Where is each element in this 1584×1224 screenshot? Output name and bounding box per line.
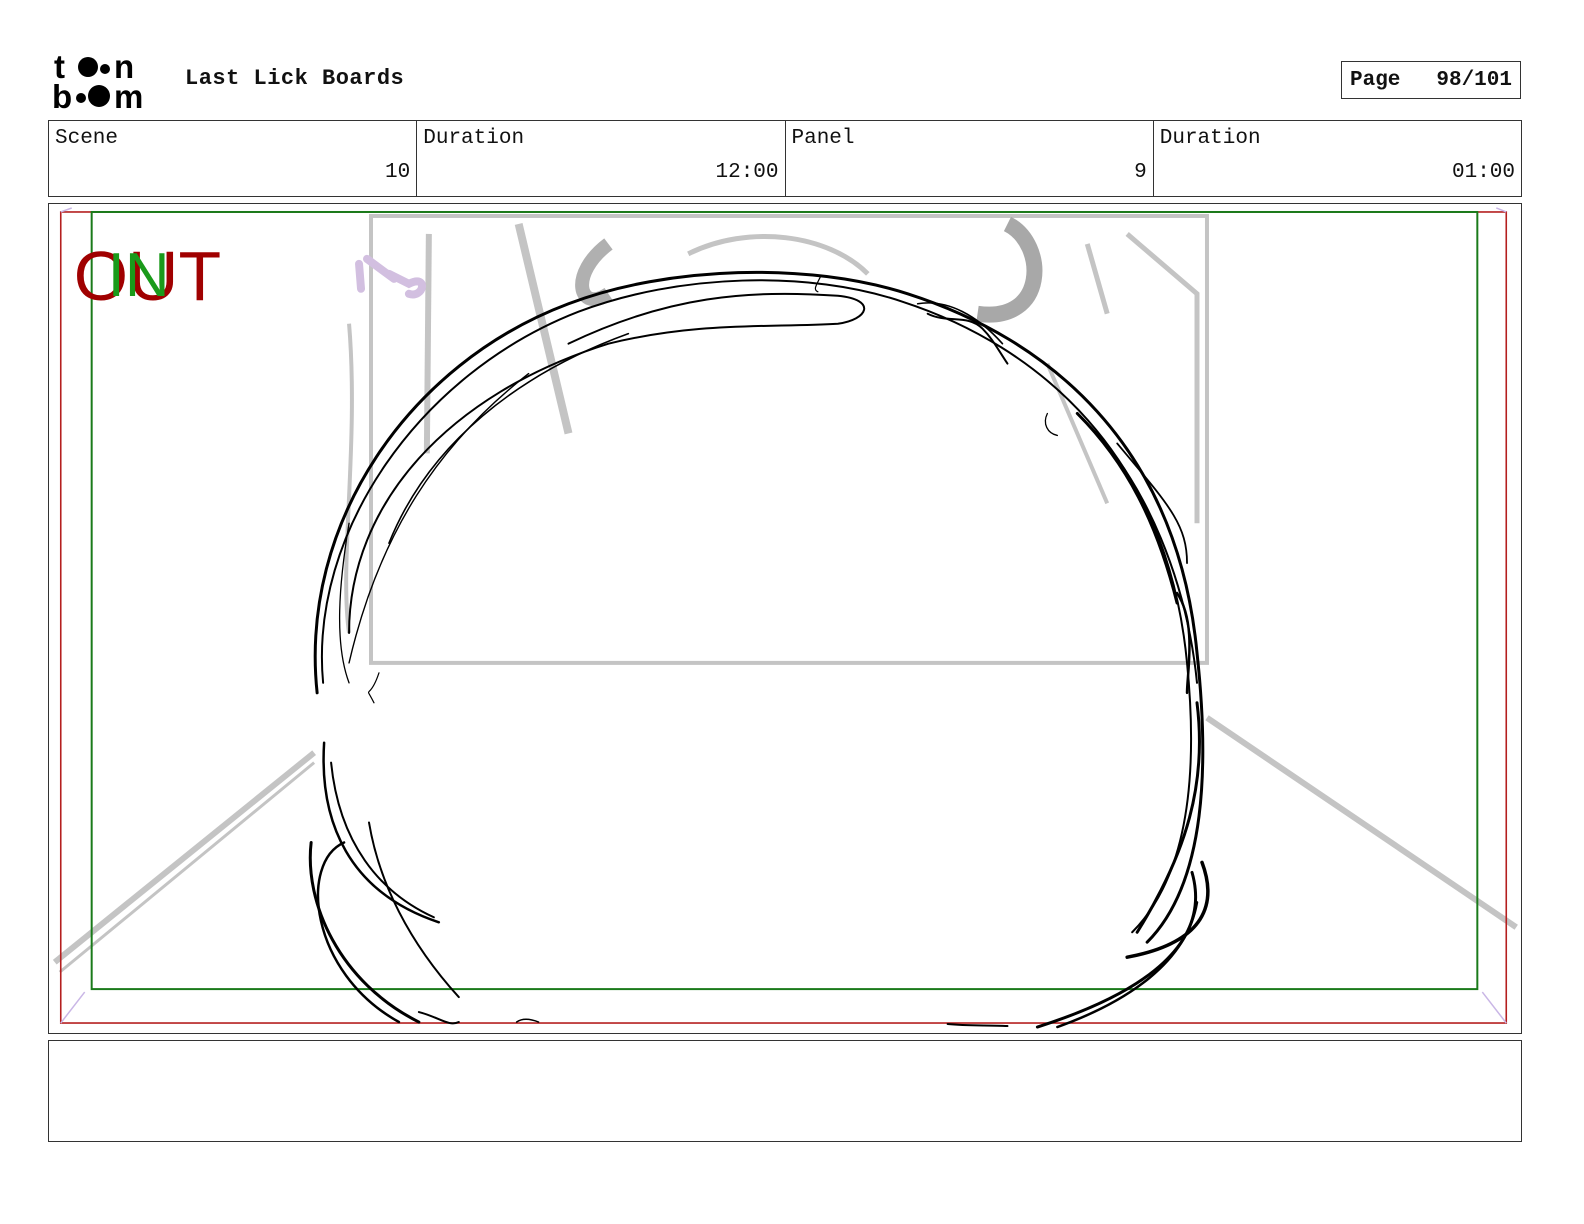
scene-duration-cell: Duration 12:00 [416,121,784,196]
panel-duration-value: 01:00 [1451,161,1515,184]
document-title: Last Lick Boards [185,66,405,91]
scene-label: Scene [55,127,119,150]
panel-duration-label: Duration [1159,127,1261,150]
svg-text:b: b [52,78,72,112]
character-head-sketch [308,270,1210,1029]
purple-mark [355,254,426,299]
in-marker: IN [108,241,170,310]
in-frame [90,210,1479,991]
panel-value: 9 [1134,161,1147,184]
panel-notes-box[interactable] [48,1040,1522,1142]
svg-text:m: m [114,78,143,112]
panel-cell: Panel 9 [784,121,1153,196]
page-value: 98/101 [1436,68,1512,92]
panel-duration-cell: Duration 01:00 [1152,121,1521,196]
storyboard-panel: OUT IN [48,203,1522,1034]
panel-label: Panel [791,127,855,150]
toon-boom-logo: t n b m [52,50,164,112]
page-label: Page [1350,68,1401,92]
corner-markers [60,207,1507,1024]
panel-sketch: OUT IN [52,207,1518,1029]
page-indicator: Page 98/101 [1341,61,1521,99]
background-sketch [52,213,1518,974]
scene-info-table: Scene 10 Duration 12:00 Panel 9 Duration… [48,120,1522,197]
scene-value: 10 [385,161,411,184]
scene-duration-label: Duration [423,127,525,150]
scene-duration-value: 12:00 [715,161,779,184]
out-frame [59,211,1508,1024]
scene-cell: Scene 10 [49,121,416,196]
